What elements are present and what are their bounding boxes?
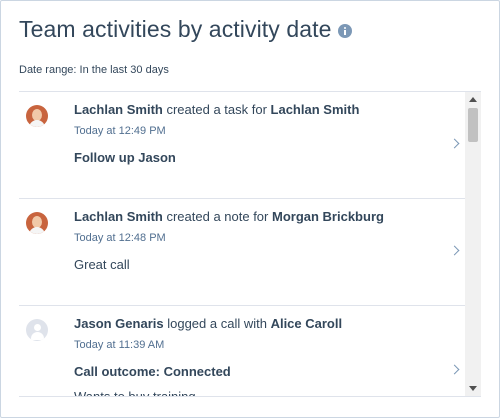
scrollbar-thumb[interactable] [468, 108, 478, 142]
actor-name[interactable]: Lachlan Smith [74, 209, 163, 224]
action-text: created a note for [162, 209, 272, 224]
info-icon[interactable] [337, 23, 352, 38]
activity-detail: Follow up Jason [74, 150, 176, 165]
chevron-right-icon[interactable] [449, 138, 460, 149]
actor-name[interactable]: Jason Genaris [74, 316, 164, 331]
activity-time: Today at 12:48 PM [74, 232, 166, 244]
activity-list: Lachlan Smith created a task for Lachlan… [19, 91, 481, 397]
avatar [26, 319, 48, 341]
card-title: Team activities by activity date [19, 16, 332, 42]
scroll-down-arrow-icon[interactable] [469, 386, 477, 391]
chevron-right-icon[interactable] [449, 364, 460, 375]
activity-item[interactable]: Lachlan Smith created a task for Lachlan… [19, 92, 465, 199]
target-name[interactable]: Lachlan Smith [271, 102, 360, 117]
avatar [26, 105, 48, 127]
target-name[interactable]: Alice Caroll [271, 316, 343, 331]
card-header: Team activities by activity date [19, 16, 481, 46]
activity-time: Today at 12:49 PM [74, 125, 166, 137]
scroll-up-arrow-icon[interactable] [469, 97, 477, 102]
action-text: logged a call with [163, 316, 271, 331]
activity-detail: Great call [74, 257, 130, 272]
activity-summary: Lachlan Smith created a note for Morgan … [74, 209, 384, 224]
scrollbar[interactable] [465, 92, 481, 396]
avatar [26, 212, 48, 234]
activities-card: Team activities by activity date Date ra… [0, 0, 500, 418]
activity-summary: Jason Genaris logged a call with Alice C… [74, 316, 342, 331]
chevron-right-icon[interactable] [449, 245, 460, 256]
activity-item[interactable]: Jason Genaris logged a call with Alice C… [19, 306, 465, 397]
actor-name[interactable]: Lachlan Smith [74, 102, 163, 117]
activity-time: Today at 11:39 AM [74, 339, 165, 351]
activity-summary: Lachlan Smith created a task for Lachlan… [74, 102, 359, 117]
activity-item[interactable]: Lachlan Smith created a note for Morgan … [19, 199, 465, 306]
activity-subdetail: Wants to buy training [74, 389, 196, 397]
action-text: created a task for [162, 102, 271, 117]
activity-detail: Call outcome: Connected [74, 364, 231, 379]
target-name[interactable]: Morgan Brickburg [272, 209, 384, 224]
date-range-label: Date range: In the last 30 days [19, 64, 169, 76]
